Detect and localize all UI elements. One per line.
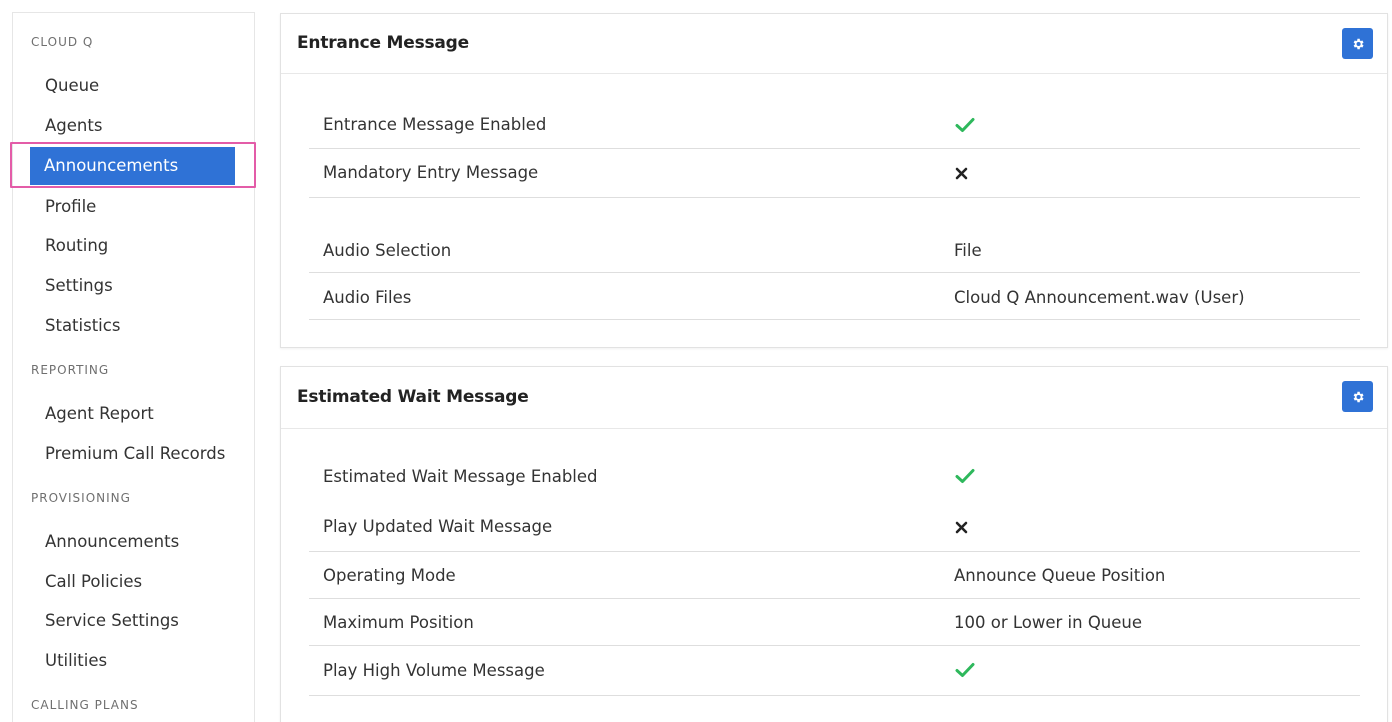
sidebar-item-utilities[interactable]: Utilities (45, 651, 107, 670)
row-label-play-updated: Play Updated Wait Message (323, 517, 553, 536)
row-divider (309, 272, 1360, 273)
entrance-message-panel: Entrance Message Entrance Message Enable… (280, 13, 1388, 348)
row-label-maximum-position: Maximum Position (323, 613, 474, 632)
entrance-settings-button[interactable] (1342, 28, 1373, 59)
cross-icon (955, 521, 968, 534)
row-label-operating-mode: Operating Mode (323, 566, 456, 585)
gear-icon (1353, 38, 1364, 49)
sidebar-item-statistics[interactable]: Statistics (45, 316, 120, 335)
row-label-audio-selection: Audio Selection (323, 241, 452, 260)
sidebar-item-provisioning-announcements[interactable]: Announcements (45, 532, 179, 551)
sidebar-item-queue[interactable]: Queue (45, 76, 99, 95)
row-label-entrance-enabled: Entrance Message Enabled (323, 115, 547, 134)
row-divider (309, 695, 1360, 696)
panel-header: Entrance Message (281, 14, 1387, 74)
sidebar-item-agent-report[interactable]: Agent Report (45, 404, 154, 423)
cross-icon (955, 167, 968, 180)
estimated-wait-message-panel: Estimated Wait Message Estimated Wait Me… (280, 366, 1388, 722)
section-heading-provisioning: PROVISIONING (31, 491, 131, 505)
section-heading-calling-plans: CALLING PLANS (31, 698, 139, 712)
row-divider (309, 551, 1360, 552)
checkmark-icon (955, 469, 975, 483)
row-label-high-volume: Play High Volume Message (323, 661, 545, 680)
panel-title: Entrance Message (297, 33, 469, 53)
row-value-operating-mode: Announce Queue Position (954, 566, 1166, 585)
row-divider (309, 598, 1360, 599)
gear-icon (1353, 391, 1364, 402)
row-divider (309, 197, 1360, 198)
sidebar-item-settings[interactable]: Settings (45, 276, 113, 295)
checkmark-icon (955, 118, 975, 132)
row-divider (309, 645, 1360, 646)
section-heading-reporting: REPORTING (31, 363, 110, 377)
wait-settings-button[interactable] (1342, 381, 1373, 412)
sidebar-item-service-settings[interactable]: Service Settings (45, 611, 179, 630)
row-divider (309, 319, 1360, 320)
sidebar-item-premium-call-records[interactable]: Premium Call Records (45, 444, 225, 463)
row-value-audio-files: Cloud Q Announcement.wav (User) (954, 288, 1245, 307)
row-label-wait-enabled: Estimated Wait Message Enabled (323, 467, 598, 486)
row-label-mandatory-entry: Mandatory Entry Message (323, 163, 539, 182)
sidebar-item-announcements-active[interactable]: Announcements (30, 147, 235, 185)
sidebar-item-agents[interactable]: Agents (45, 116, 102, 135)
sidebar-item-routing[interactable]: Routing (45, 236, 108, 255)
sidebar-item-call-policies[interactable]: Call Policies (45, 572, 142, 591)
panel-header: Estimated Wait Message (281, 367, 1387, 429)
checkmark-icon (955, 663, 975, 677)
row-divider (309, 148, 1360, 149)
sidebar: CLOUD Q Queue Agents Announcements Profi… (12, 12, 255, 722)
row-label-audio-files: Audio Files (323, 288, 412, 307)
row-value-maximum-position: 100 or Lower in Queue (954, 613, 1143, 632)
row-value-audio-selection: File (954, 241, 982, 260)
panel-title: Estimated Wait Message (297, 387, 529, 407)
sidebar-item-profile[interactable]: Profile (45, 197, 96, 216)
page: CLOUD Q Queue Agents Announcements Profi… (0, 0, 1392, 722)
section-heading-cloud-q: CLOUD Q (31, 35, 94, 49)
